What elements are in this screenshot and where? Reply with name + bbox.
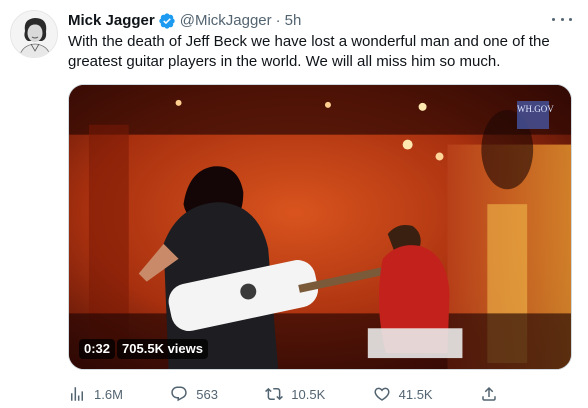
views-count: 1.6M xyxy=(94,386,123,402)
like-count: 41.5K xyxy=(398,386,433,402)
video-duration: 0:32 xyxy=(79,339,116,359)
reply-button[interactable]: 563 xyxy=(170,385,218,403)
retweet-button[interactable]: 10.5K xyxy=(265,385,325,403)
tweet-timestamp[interactable]: 5h xyxy=(285,11,302,31)
retweet-icon xyxy=(265,387,284,401)
tweet-text: With the death of Jeff Beck we have lost… xyxy=(68,33,550,70)
avatar-portrait xyxy=(11,11,57,57)
heart-icon xyxy=(374,387,390,401)
analytics-button[interactable]: 1.6M xyxy=(68,385,123,403)
reply-count: 563 xyxy=(196,386,218,402)
video-views: 705.5K views xyxy=(117,339,208,359)
tweet-header: Mick Jagger @MickJagger · 5h xyxy=(68,11,568,31)
author-handle[interactable]: @MickJagger xyxy=(180,11,272,31)
like-button[interactable]: 41.5K xyxy=(373,385,433,403)
share-icon xyxy=(482,386,496,401)
author-name[interactable]: Mick Jagger xyxy=(68,11,155,31)
reply-icon xyxy=(171,386,187,402)
more-options-icon[interactable] xyxy=(552,12,572,26)
header-separator: · xyxy=(275,12,281,29)
analytics-icon xyxy=(71,387,83,401)
share-button[interactable] xyxy=(480,385,498,403)
watermark-text: WH.GOV xyxy=(517,104,554,114)
video-thumbnail xyxy=(69,85,571,369)
video-info-badge: 0:32 705.5K views xyxy=(79,339,208,359)
retweet-count: 10.5K xyxy=(291,386,326,402)
video-player[interactable]: WH.GOV 0:32 705.5K views xyxy=(68,84,572,370)
verified-badge-icon xyxy=(158,12,176,30)
tweet-actions: 1.6M 563 10.5K 41.5K xyxy=(68,384,498,404)
wh-gov-watermark: WH.GOV xyxy=(517,101,554,129)
author-avatar[interactable] xyxy=(10,10,58,58)
